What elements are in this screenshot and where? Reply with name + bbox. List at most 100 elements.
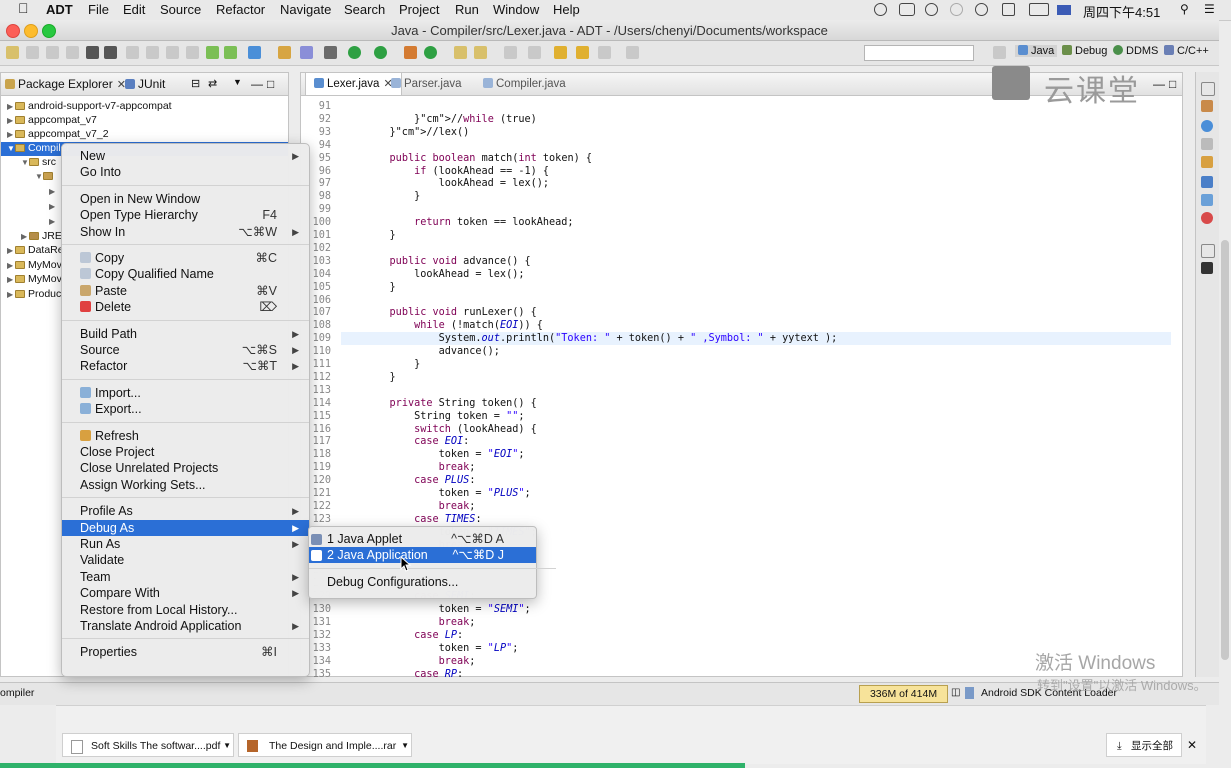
menu-edit[interactable]: Edit — [123, 2, 145, 17]
android-sdk-icon[interactable] — [206, 46, 219, 59]
menu-item-compare-with[interactable]: Compare With ▶ — [62, 585, 309, 601]
tree-item[interactable]: ▶ JRE — [21, 230, 62, 242]
code-line[interactable]: case TIMES: — [365, 514, 482, 525]
menu-item-open-type-hierarchy[interactable]: Open Type Hierarchy F4 — [62, 207, 309, 223]
menu-item-refactor[interactable]: Refactor ⌥⌘T ▶ — [62, 358, 309, 374]
menu-item-validate[interactable]: Validate — [62, 552, 309, 568]
menu-item-translate-android-application[interactable]: Translate Android Application ▶ — [62, 618, 309, 634]
code-line[interactable]: advance(); — [365, 346, 500, 357]
code-line[interactable]: token = "PLUS"; — [365, 488, 531, 499]
menu-item-open-in-new-window[interactable]: Open in New Window — [62, 191, 309, 207]
minimize-view-icon[interactable]: — — [251, 77, 263, 91]
toolbar-icon[interactable] — [126, 46, 139, 59]
tab-package-explorer[interactable]: Package Explorer ✕ — [5, 77, 126, 91]
tree-item[interactable]: ▶ DataRe — [7, 244, 64, 256]
minimize-view-icon[interactable]: — — [1153, 77, 1165, 91]
menu-item-refresh[interactable]: Refresh — [62, 428, 309, 444]
code-line[interactable]: } — [365, 230, 396, 241]
keyboard-icon[interactable] — [899, 3, 915, 16]
expand-arrow-icon[interactable]: ▶ — [7, 275, 15, 284]
toolbar-icon[interactable] — [278, 46, 291, 59]
menu-item-import[interactable]: Import... — [62, 385, 309, 401]
code-line[interactable]: public boolean match(int token) { — [365, 153, 592, 164]
menu-item-properties[interactable]: Properties ⌘I — [62, 644, 309, 660]
tree-item[interactable]: ▼ src — [21, 156, 56, 168]
code-line[interactable]: token = "EOI"; — [365, 449, 525, 460]
toolbar-icon[interactable] — [528, 46, 541, 59]
expand-arrow-icon[interactable]: ▶ — [21, 232, 29, 241]
toolbar-icon[interactable] — [626, 46, 639, 59]
notification-center-icon[interactable]: ☰ — [1204, 2, 1215, 16]
code-line[interactable]: } — [365, 359, 420, 370]
code-line[interactable]: }"cm">//while (true) — [365, 114, 537, 125]
menu-item-assign-working-sets[interactable]: Assign Working Sets... — [62, 477, 309, 493]
menu-window[interactable]: Window — [493, 2, 539, 17]
forward-history-icon[interactable] — [598, 46, 611, 59]
run-icon[interactable] — [348, 46, 361, 59]
expand-arrow-icon[interactable]: ▶ — [49, 187, 57, 196]
battery-icon[interactable] — [1029, 3, 1049, 16]
input-source-flag-icon[interactable] — [1057, 5, 1071, 15]
tab-parser-java[interactable]: Parser.java — [383, 73, 470, 95]
menu-item-close-project[interactable]: Close Project — [62, 444, 309, 460]
new-java-class-icon[interactable] — [424, 46, 437, 59]
bluetooth-icon[interactable] — [950, 3, 963, 16]
checkbox-icon[interactable] — [248, 46, 261, 59]
download-icon[interactable] — [104, 46, 117, 59]
tree-item[interactable]: ▶ android-support-v7-appcompat — [7, 100, 172, 112]
code-line[interactable]: private String token() { — [365, 398, 537, 409]
maximize-view-icon[interactable]: □ — [1169, 77, 1176, 91]
perspective-ddms[interactable]: DDMS — [1113, 45, 1158, 57]
android-avd-icon[interactable] — [224, 46, 237, 59]
menu-item-close-unrelated-projects[interactable]: Close Unrelated Projects — [62, 460, 309, 476]
chevron-down-icon[interactable]: ▼ — [223, 734, 231, 758]
collapse-arrow-icon[interactable]: ▼ — [7, 144, 15, 153]
trash-icon[interactable]: ◫ — [951, 687, 960, 698]
menu-app-name[interactable]: ADT — [46, 2, 73, 17]
tree-item[interactable]: ▶ appcompat_v7_2 — [7, 128, 109, 140]
collapse-arrow-icon[interactable]: ▼ — [21, 158, 29, 167]
new-icon[interactable] — [6, 46, 19, 59]
submenu-item-debug-configurations[interactable]: Debug Configurations... — [309, 574, 536, 590]
code-line[interactable]: while (!match(EOI)) { — [365, 320, 543, 331]
download-item[interactable]: The Design and Imple....rar ▼ — [238, 733, 412, 757]
expand-arrow-icon[interactable]: ▶ — [7, 290, 15, 299]
view-icon[interactable] — [1201, 138, 1213, 150]
code-line[interactable]: lookAhead = lex(); — [365, 178, 549, 189]
toolbar-icon[interactable] — [146, 46, 159, 59]
forward-icon[interactable] — [576, 46, 589, 59]
save-all-icon[interactable] — [46, 46, 59, 59]
menu-item-copy-qualified-name[interactable]: Copy Qualified Name — [62, 266, 309, 282]
code-line[interactable]: case LP: — [365, 630, 463, 641]
code-line[interactable]: break; — [365, 617, 476, 628]
run-external-icon[interactable] — [374, 46, 387, 59]
expand-arrow-icon[interactable]: ▶ — [49, 217, 57, 226]
menu-item-go-into[interactable]: Go Into — [62, 164, 309, 180]
task-icon[interactable] — [1201, 120, 1213, 132]
save-icon[interactable] — [26, 46, 39, 59]
search-icon[interactable] — [474, 46, 487, 59]
menu-navigate[interactable]: Navigate — [280, 2, 331, 17]
expand-arrow-icon[interactable]: ▶ — [49, 202, 57, 211]
time-machine-icon[interactable] — [925, 3, 938, 16]
tab-compiler-java[interactable]: Compiler.java — [475, 73, 574, 95]
restore-icon[interactable] — [1201, 82, 1215, 96]
code-line[interactable]: System.out.println("Token: " + token() +… — [365, 333, 838, 344]
restore-icon[interactable] — [1201, 244, 1215, 258]
menu-item-debug-as[interactable]: Debug As ▶ — [62, 519, 309, 536]
link-editor-icon[interactable]: ⇄ — [208, 77, 217, 90]
code-line[interactable]: case RP: — [365, 669, 463, 680]
upload-icon[interactable] — [86, 46, 99, 59]
tree-item[interactable]: ▶ MyMov — [7, 273, 62, 285]
code-line[interactable]: lookAhead = lex(); — [365, 269, 524, 280]
tree-item[interactable]: ▼ — [35, 170, 56, 182]
code-line[interactable]: } — [365, 191, 420, 202]
code-line[interactable]: if (lookAhead == -1) { — [365, 166, 549, 177]
tree-item[interactable]: ▶ MyMov — [7, 259, 62, 271]
menu-item-profile-as[interactable]: Profile As ▶ — [62, 503, 309, 519]
code-line[interactable]: case EOI: — [365, 436, 469, 447]
console-icon[interactable] — [1201, 176, 1213, 188]
perspective-debug[interactable]: Debug — [1062, 45, 1107, 57]
menu-item-run-as[interactable]: Run As ▶ — [62, 536, 309, 552]
view-icon[interactable] — [1201, 156, 1213, 168]
